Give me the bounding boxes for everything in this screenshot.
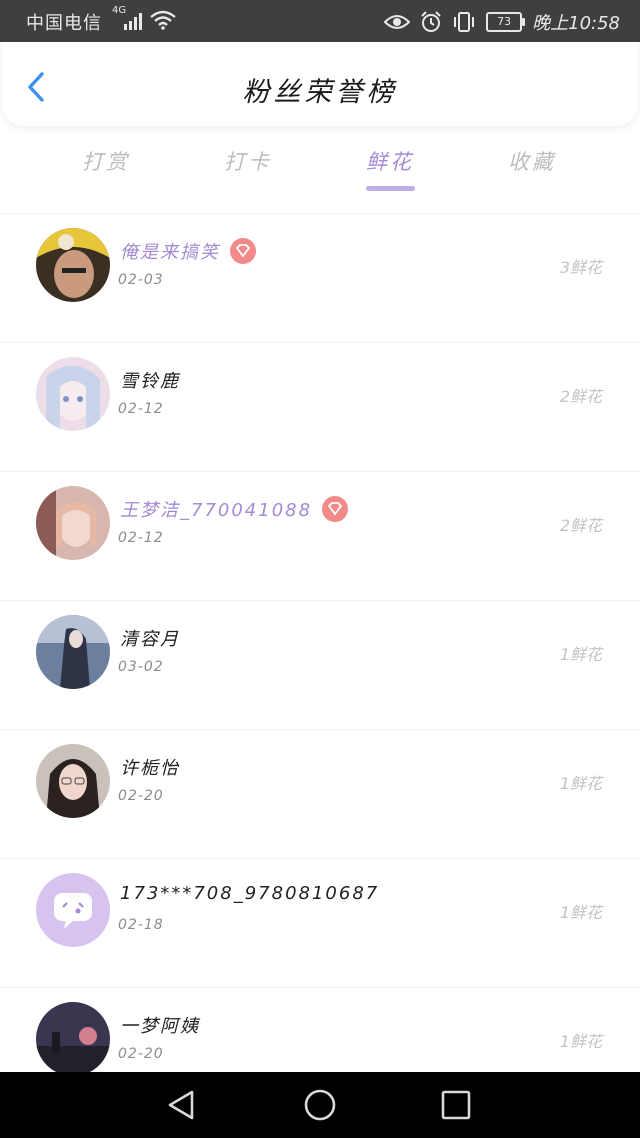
tab-bar: 打赏 打卡 鲜花 收藏 [0, 140, 640, 200]
tab-flowers[interactable]: 鲜花 [330, 146, 450, 176]
fan-name: 一梦阿姨 [120, 1016, 200, 1037]
fan-date: 03-02 [118, 659, 164, 675]
eye-icon [384, 15, 411, 29]
vibrate-icon [454, 12, 475, 32]
flower-count: 1鲜花 [559, 1032, 602, 1051]
list-item[interactable]: 俺是来搞笑 02-03 3鲜花 [0, 213, 640, 342]
fan-name-text: 王梦洁_770041088 [120, 500, 313, 521]
back-triangle-icon[interactable] [164, 1087, 200, 1123]
status-time: 晚上10:58 [532, 13, 620, 34]
flower-count: 1鲜花 [559, 645, 602, 664]
fan-date: 02-18 [118, 917, 164, 933]
list-item[interactable]: 雪铃鹿 02-12 2鲜花 [0, 342, 640, 471]
recents-square-icon[interactable] [438, 1087, 474, 1123]
fan-list: 俺是来搞笑 02-03 3鲜花 雪铃鹿 02-12 2鲜花 王梦洁_770041… [0, 213, 640, 1116]
fan-name-text: 俺是来搞笑 [120, 242, 220, 263]
flower-count: 2鲜花 [559, 516, 602, 535]
fan-date: 02-20 [118, 788, 164, 804]
avatar [36, 873, 110, 947]
signal-icon [124, 13, 142, 30]
flower-count: 2鲜花 [559, 387, 602, 406]
fan-name: 雪铃鹿 [120, 371, 180, 392]
battery-icon: 73 [486, 12, 526, 32]
fan-name: 清容月 [120, 629, 180, 650]
list-item[interactable]: 许栀怡 02-20 1鲜花 [0, 729, 640, 858]
avatar [36, 1002, 110, 1076]
flower-count: 3鲜花 [559, 258, 602, 277]
tab-indicator [366, 186, 415, 191]
avatar [36, 486, 110, 560]
wifi-icon [150, 10, 176, 30]
status-bar: 中国电信 4G 73 晚上10:58 [0, 0, 640, 42]
avatar [36, 615, 110, 689]
header: 粉丝荣誉榜 [2, 42, 638, 126]
tab-checkin[interactable]: 打卡 [188, 146, 308, 176]
fan-name: 王梦洁_770041088 [120, 496, 349, 524]
page-title: 粉丝荣誉榜 [242, 77, 398, 108]
fan-date: 02-03 [118, 272, 164, 288]
flower-count: 1鲜花 [559, 903, 602, 922]
fan-date: 02-12 [118, 530, 164, 546]
home-circle-icon[interactable] [302, 1087, 338, 1123]
vip-diamond-icon [322, 496, 349, 522]
carrier-name: 中国电信 [26, 13, 102, 34]
fan-date: 02-20 [118, 1046, 164, 1062]
tab-reward[interactable]: 打赏 [46, 146, 166, 176]
system-nav-bar [0, 1072, 640, 1138]
list-item[interactable]: 王梦洁_770041088 02-12 2鲜花 [0, 471, 640, 600]
avatar [36, 228, 110, 302]
avatar [36, 357, 110, 431]
list-item[interactable]: 清容月 03-02 1鲜花 [0, 600, 640, 729]
fan-name: 173***708_9780810687 [120, 883, 380, 904]
avatar [36, 744, 110, 818]
vip-diamond-icon [230, 238, 256, 264]
tab-favorites[interactable]: 收藏 [472, 146, 592, 176]
fan-name: 许栀怡 [120, 758, 180, 779]
fan-name: 俺是来搞笑 [120, 238, 256, 266]
list-item[interactable]: 173***708_9780810687 02-18 1鲜花 [0, 858, 640, 987]
flower-count: 1鲜花 [559, 774, 602, 793]
alarm-icon [421, 11, 441, 32]
fan-date: 02-12 [118, 401, 164, 417]
